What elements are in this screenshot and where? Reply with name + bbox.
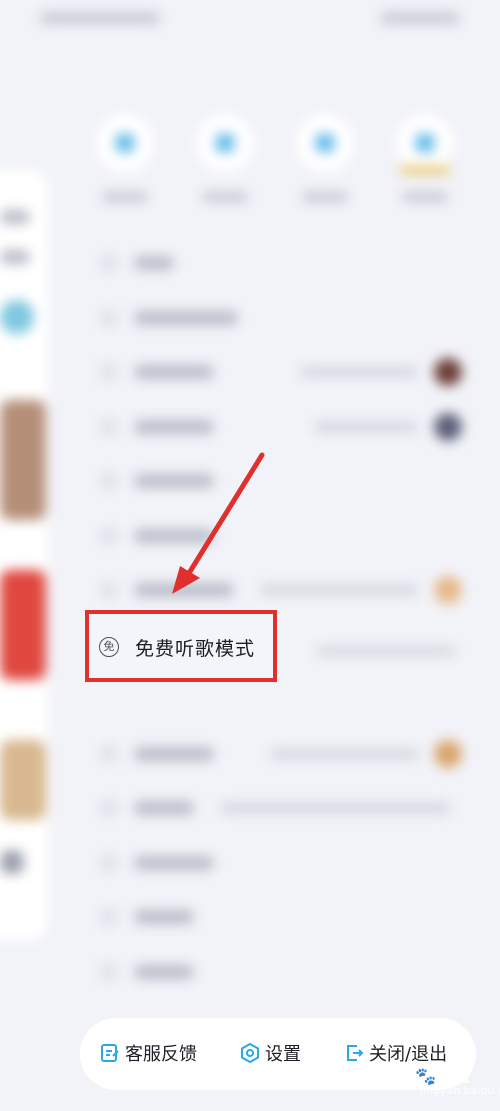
feedback-button[interactable]: 客服反馈 xyxy=(100,1040,197,1066)
feedback-icon xyxy=(101,1044,119,1062)
settings-icon xyxy=(241,1043,259,1063)
settings-button[interactable]: 设置 xyxy=(240,1040,301,1066)
annotation-arrow xyxy=(172,452,265,594)
exit-icon xyxy=(347,1045,364,1061)
feedback-label: 客服反馈 xyxy=(125,1044,197,1065)
baidu-watermark-url: jingyan.baidu.com xyxy=(420,1084,500,1097)
settings-label: 设置 xyxy=(265,1044,301,1065)
arrow-head xyxy=(172,566,200,594)
arrow-shaft xyxy=(183,452,265,581)
